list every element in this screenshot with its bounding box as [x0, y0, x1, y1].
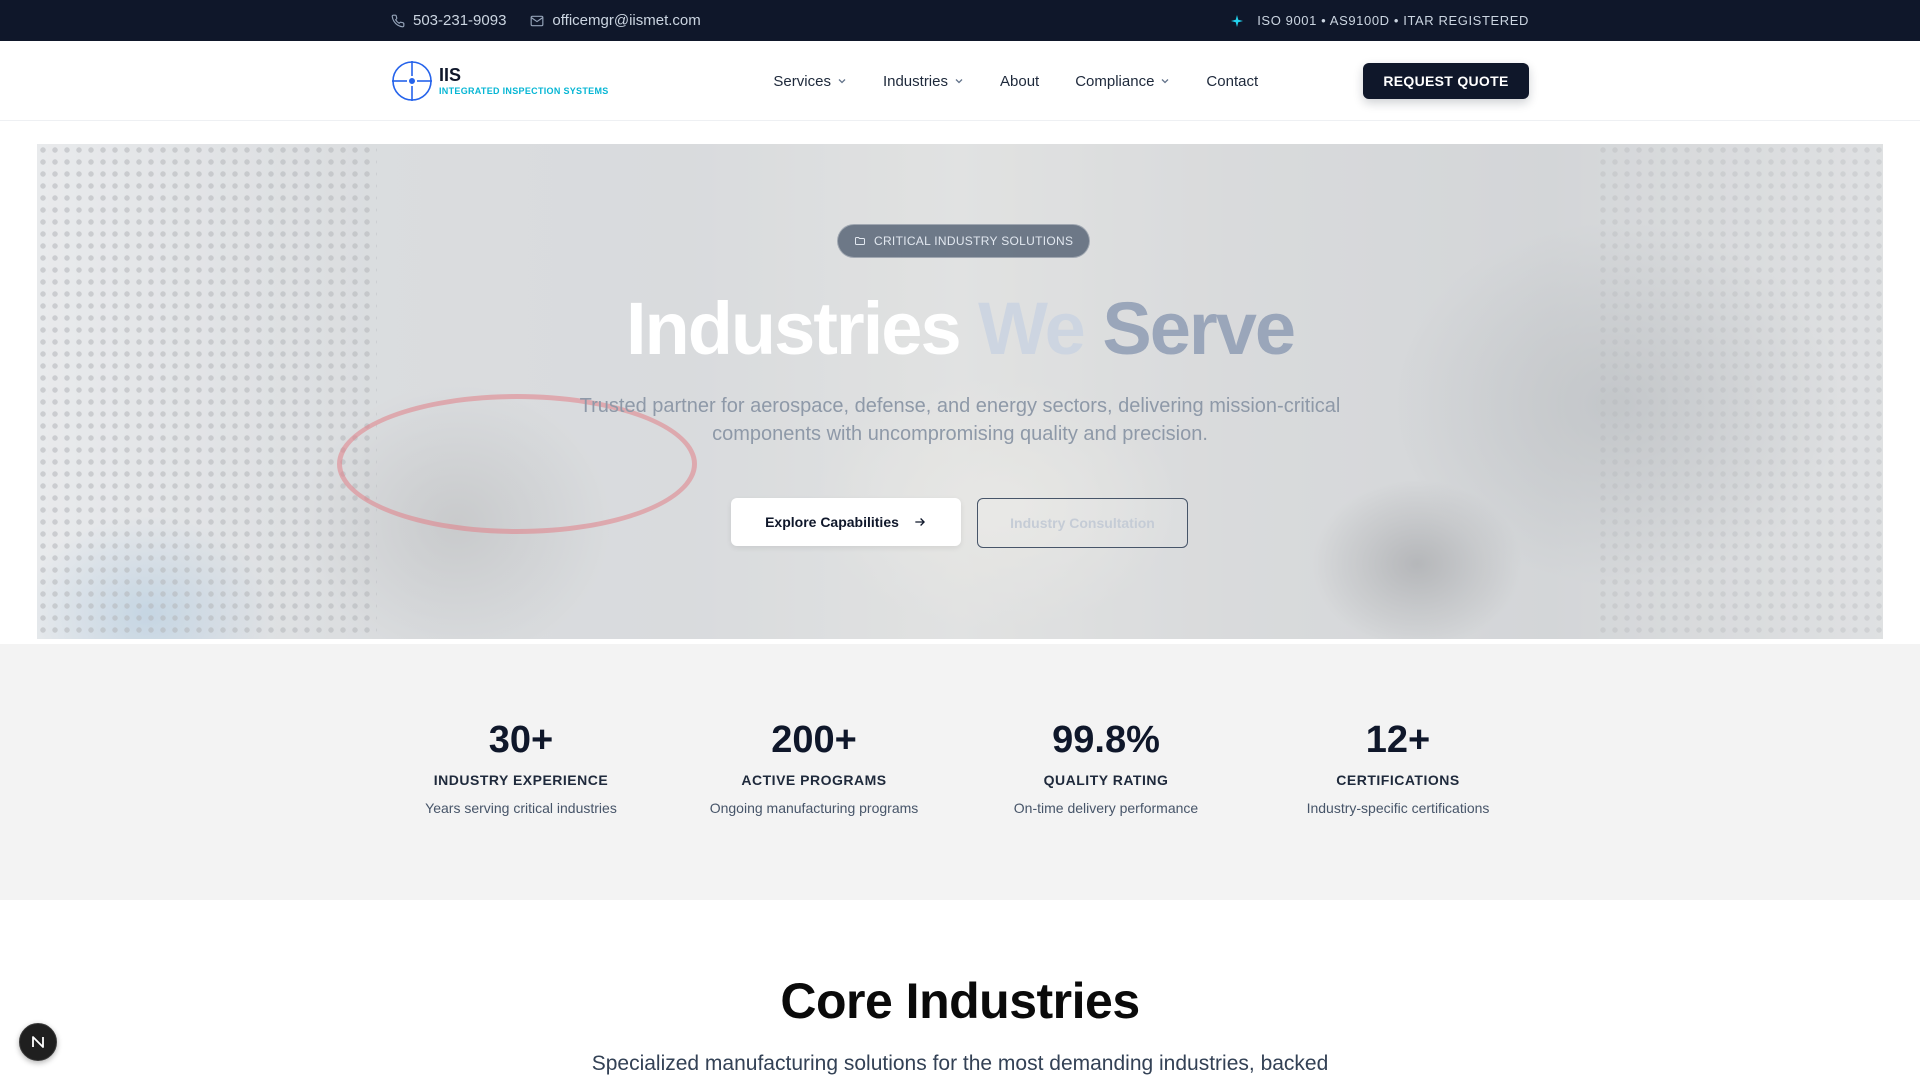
stat-description: On-time delivery performance — [1013, 800, 1199, 816]
request-quote-button[interactable]: REQUEST QUOTE — [1362, 63, 1529, 99]
nav-menu: Services Industries About Compliance Con… — [773, 73, 1258, 90]
hero-subtitle: Trusted partner for aerospace, defense, … — [579, 395, 1341, 445]
main-navigation: IIS INTEGRATED INSPECTION SYSTEMS Servic… — [0, 41, 1920, 121]
crosshair-logo-icon — [391, 60, 433, 102]
chevron-down-icon — [837, 76, 847, 86]
stat-description: Ongoing manufacturing programs — [709, 800, 919, 816]
hero-badge-label: CRITICAL INDUSTRY SOLUTIONS — [874, 234, 1074, 248]
hero-section: CRITICAL INDUSTRY SOLUTIONS Industries W… — [37, 144, 1883, 639]
stat-value: 99.8% — [1052, 719, 1160, 761]
stat-value: 12+ — [1365, 719, 1431, 761]
nav-item-label: Industries — [882, 72, 948, 90]
stat-label: INDUSTRY EXPERIENCE — [433, 772, 609, 788]
certifications-text: ISO 9001 • AS9100D • ITAR REGISTERED — [1257, 13, 1529, 28]
hero-title: Industries We Serve — [37, 284, 1883, 374]
logo-tagline: INTEGRATED INSPECTION SYSTEMS — [439, 86, 609, 96]
arrow-right-icon — [913, 515, 927, 529]
nav-item-services[interactable]: Services — [773, 73, 847, 90]
explore-capabilities-button[interactable]: Explore Capabilities — [731, 498, 961, 546]
hero-title-part2: We — [978, 287, 1086, 370]
logo[interactable]: IIS INTEGRATED INSPECTION SYSTEMS — [391, 60, 609, 102]
section-title: Core Industries — [780, 973, 1140, 1029]
hero-title-part1: Industries — [625, 287, 962, 370]
logo-brand: IIS — [439, 65, 462, 85]
stat-item: 12+ CERTIFICATIONS Industry-specific cer… — [1268, 718, 1528, 816]
stat-item: 200+ ACTIVE PROGRAMS Ongoing manufacturi… — [684, 718, 944, 816]
stat-value: 200+ — [771, 719, 857, 761]
stat-label: ACTIVE PROGRAMS — [741, 772, 887, 788]
sparkle-icon — [1231, 14, 1244, 27]
stat-value: 30+ — [488, 719, 554, 761]
nav-item-contact[interactable]: Contact — [1206, 73, 1258, 90]
nav-item-industries[interactable]: Industries — [883, 73, 964, 90]
email-address: officemgr@iismet.com — [552, 12, 701, 29]
stat-item: 30+ INDUSTRY EXPERIENCE Years serving cr… — [391, 718, 651, 816]
chevron-down-icon — [1160, 76, 1170, 86]
phone-number: 503-231-9093 — [413, 12, 507, 29]
button-label: Explore Capabilities — [765, 514, 899, 530]
top-bar: 503-231-9093 officemgr@iismet.com ISO 90… — [0, 0, 1920, 41]
chevron-down-icon — [954, 76, 964, 86]
stat-label: CERTIFICATIONS — [1336, 772, 1460, 788]
section-subtitle: Specialized manufacturing solutions for … — [591, 1052, 1329, 1075]
nav-item-label: Services — [773, 72, 831, 90]
phone-icon — [391, 14, 405, 28]
mail-icon — [530, 14, 544, 28]
nav-item-label: Compliance — [1075, 72, 1155, 90]
n-logo-badge[interactable] — [19, 1023, 57, 1061]
nav-item-compliance[interactable]: Compliance — [1075, 73, 1170, 90]
stats-section: 30+ INDUSTRY EXPERIENCE Years serving cr… — [0, 644, 1920, 900]
stat-description: Years serving critical industries — [425, 800, 617, 816]
hero-title-part3: Serve — [1102, 287, 1296, 370]
stat-description: Industry-specific certifications — [1306, 800, 1490, 816]
email-link[interactable]: officemgr@iismet.com — [530, 12, 701, 29]
phone-link[interactable]: 503-231-9093 — [391, 12, 506, 29]
nav-item-label: About — [1000, 72, 1040, 90]
industry-consultation-button[interactable]: Industry Consultation — [977, 498, 1188, 548]
folder-icon — [854, 235, 866, 247]
nav-item-about[interactable]: About — [1000, 73, 1039, 90]
n-letter-icon — [32, 1036, 44, 1048]
hero-badge: CRITICAL INDUSTRY SOLUTIONS — [837, 224, 1091, 258]
stat-label: QUALITY RATING — [1043, 772, 1169, 788]
stat-item: 99.8% QUALITY RATING On-time delivery pe… — [976, 718, 1236, 816]
nav-item-label: Contact — [1206, 72, 1259, 90]
